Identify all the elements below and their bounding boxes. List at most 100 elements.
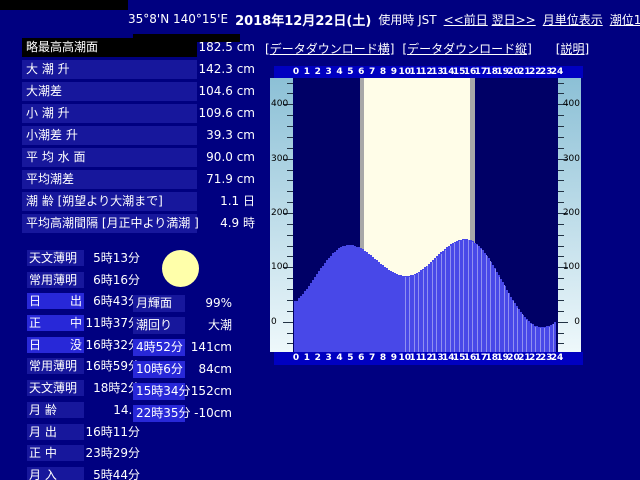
sun-moon-value: 16時59分 xyxy=(85,359,140,374)
scale-tick xyxy=(558,115,564,117)
scale-tick xyxy=(558,321,568,323)
hour-label: 8 xyxy=(379,353,387,363)
month-view-link[interactable]: 月単位表示 xyxy=(543,11,603,28)
download-vertical-link[interactable]: データダウンロード縦 xyxy=(407,42,527,56)
bar-gap-line xyxy=(522,314,523,352)
tide-event-row: 10時6分 84cm xyxy=(133,361,232,383)
download-horizontal-link[interactable]: データダウンロード横 xyxy=(270,42,390,56)
bar-gap-line xyxy=(468,240,469,352)
hour-label: 0 xyxy=(292,67,300,77)
render-artifact-bar xyxy=(133,34,240,42)
sun-moon-value: 6時16分 xyxy=(93,272,140,287)
tide-event-row: 4時52分 141cm xyxy=(133,339,232,361)
tide-event-level: 141cm xyxy=(190,340,232,354)
bar-gap-line xyxy=(499,276,500,352)
scale-tick xyxy=(558,278,564,280)
bar-gap-line xyxy=(508,292,509,352)
sun-moon-value: 6時43分 xyxy=(93,294,140,309)
download-horizontal-wrap: [データダウンロード横] xyxy=(265,40,394,57)
stat-row: 平均高潮間隔 [月正中より満潮 ] 4.9 時 xyxy=(22,214,255,236)
scale-tick xyxy=(558,310,564,312)
scale-label: 300 xyxy=(271,153,289,164)
hour-label: 1 xyxy=(303,353,311,363)
scale-tick xyxy=(558,180,564,182)
moon-info-row: 潮回り 大潮 xyxy=(133,317,232,339)
bar-gap-line xyxy=(517,307,518,352)
hour-axis-top: 0 1 2 3 4 5 6 7 8 9 10 11 12 13 14 15 16 17 18 19 20 21 22 23 24 xyxy=(274,66,583,78)
bar-gap-line xyxy=(409,276,410,352)
scale-label: 200 xyxy=(562,208,580,218)
scale-tick xyxy=(558,191,564,193)
bar-gap-line xyxy=(526,319,527,352)
stat-row: 潮 齢 [朔望より大潮まで] 1.1 日 xyxy=(22,192,255,214)
prev-day-link[interactable]: <<前日 xyxy=(444,13,488,27)
hour-label: 6 xyxy=(358,353,365,363)
scale-tick xyxy=(558,169,564,171)
hour-label: 5 xyxy=(347,353,354,363)
tide-event-row: 22時35分 -10cm xyxy=(133,405,232,427)
scale-label: 400 xyxy=(562,99,580,110)
bar-gap-line xyxy=(481,249,482,352)
hour-label: 1 xyxy=(303,67,311,77)
plot-area xyxy=(293,78,558,352)
hour-label: 3 xyxy=(325,67,332,77)
scale-label: 0 xyxy=(271,316,277,327)
sun-moon-row: 日 没 16時32分 xyxy=(27,336,140,359)
tide-page: 35°8'N 140°15'E 2018年12月22日(土) 使用時 JST <… xyxy=(0,0,640,480)
sun-moon-row: 月 齢 14.8 xyxy=(27,401,140,424)
sun-moon-row: 月 入 5時44分 xyxy=(27,466,140,480)
scale-label: 100 xyxy=(271,262,289,273)
full-moon-icon xyxy=(162,250,199,287)
moon-info-row: 月輝面 99% xyxy=(133,295,232,317)
scale-tick xyxy=(558,82,564,84)
jst-label: 使用時 JST xyxy=(378,12,437,27)
sun-moon-table: 天文薄明 5時13分 常用薄明 6時16分 日 出 6時43分 正 中 11時37分 日… xyxy=(27,250,140,480)
bar-gap-line xyxy=(423,270,424,352)
scale-tick xyxy=(558,93,564,95)
scale-tick xyxy=(558,256,564,258)
y-scale-left: 0 100 200 300 400 xyxy=(270,78,293,352)
sun-moon-row: 正 中 11時37分 xyxy=(27,315,140,337)
scale-tick xyxy=(558,234,564,236)
bracket: ] xyxy=(584,42,590,56)
moon-info-value: 大潮 xyxy=(207,318,232,332)
date-text: 2018年12月22日(土) xyxy=(235,13,372,29)
hour-label: 24 xyxy=(550,67,564,77)
sun-moon-value: 5時13分 xyxy=(93,251,140,265)
stat-row: 平均潮差 71.9 cm xyxy=(22,170,255,192)
bar-gap-line xyxy=(405,277,406,352)
bar-gap-line xyxy=(463,240,464,352)
hour-axis-bottom: 0 1 2 3 4 5 6 7 8 9 10 11 12 13 14 15 16 17 18 19 20 21 22 23 24 xyxy=(274,352,583,365)
stat-row: 大 潮 升 142.3 cm xyxy=(22,60,255,82)
stat-row: 大潮差 104.6 cm xyxy=(22,82,255,104)
stat-value: 142.3 cm xyxy=(198,62,255,76)
header-bar: 35°8'N 140°15'E 2018年12月22日(土) 使用時 JST <… xyxy=(128,9,640,29)
bar-gap-line xyxy=(495,268,496,352)
tide-chart: 0 1 2 3 4 5 6 7 8 9 10 11 12 13 14 15 16 17 18 19 20 21 22 23 24… xyxy=(270,66,583,366)
tide-event-row: 15時34分 152cm xyxy=(133,383,232,405)
bar-gap-line xyxy=(549,326,550,352)
bar-gap-line xyxy=(436,257,437,352)
hour-label: 7 xyxy=(368,353,376,363)
hour-label: 7 xyxy=(368,67,376,77)
hour-label: 5 xyxy=(347,67,354,77)
hour-label: 8 xyxy=(379,67,387,77)
stat-value: 104.6 cm xyxy=(198,84,255,98)
sun-moon-row: 常用薄明 16時59分 xyxy=(27,358,140,380)
stat-value: 4.9 時 xyxy=(220,216,255,230)
stat-row: 小 潮 升 109.6 cm xyxy=(22,104,255,126)
moon-info-value: 99% xyxy=(205,296,232,310)
scale-tick xyxy=(558,136,564,138)
bar-gap-line xyxy=(450,245,451,352)
stat-value: 109.6 cm xyxy=(198,106,255,120)
help-link[interactable]: 説明 xyxy=(560,42,584,56)
scale-tick xyxy=(558,147,564,149)
hour-label: 9 xyxy=(390,353,398,363)
tide-event-level: 152cm xyxy=(190,384,232,398)
sun-moon-row: 常用薄明 6時16分 xyxy=(27,271,140,294)
y-scale-right: 0 100 200 300 400 xyxy=(558,78,581,352)
bar-gap-line xyxy=(454,243,455,352)
tide-split-link[interactable]: 潮位10分割 xyxy=(610,11,640,28)
next-day-link[interactable]: 翌日>> xyxy=(492,13,536,27)
bar-gap-line xyxy=(553,324,554,352)
